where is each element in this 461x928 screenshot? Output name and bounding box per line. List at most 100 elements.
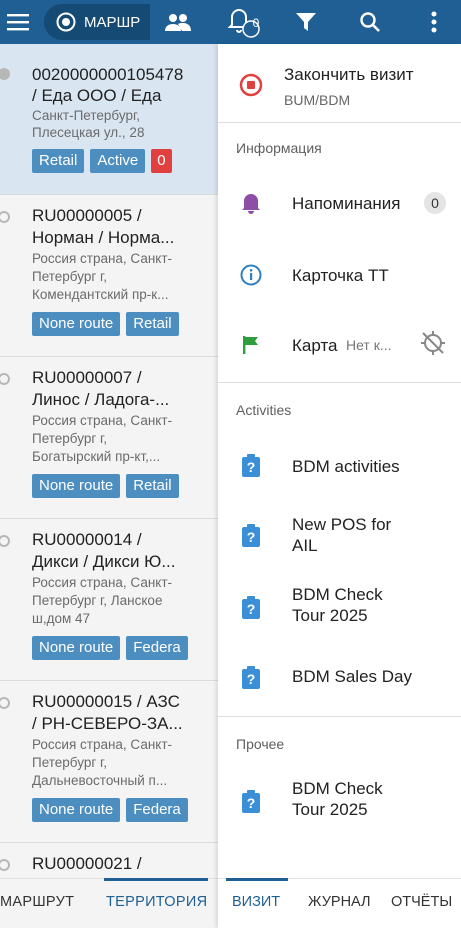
divider: [218, 122, 461, 123]
info-icon: [238, 262, 264, 288]
filter-button[interactable]: [286, 0, 326, 44]
tag: None route: [32, 474, 121, 498]
tab-territory[interactable]: ТЕРРИТОРИЯ: [106, 879, 207, 928]
end-visit-sub: BUM/BDM: [284, 92, 351, 108]
visit-tags: None route Federa: [32, 798, 200, 822]
visit-card[interactable]: 0020000000105478 / Еда ООО / Еда Санкт-П…: [0, 44, 218, 195]
status-dot: [0, 68, 10, 80]
activity-item[interactable]: ? BDM Check Tour 2025: [218, 580, 461, 636]
team-button[interactable]: [150, 0, 206, 44]
divider: [218, 716, 461, 717]
people-icon: [165, 14, 191, 31]
visit-list[interactable]: 0020000000105478 / Еда ООО / Еда Санкт-П…: [0, 44, 218, 878]
tag: Active: [90, 149, 146, 173]
visit-actions-panel: Закончить визит BUM/BDM Информация Напом…: [218, 44, 461, 928]
tab-visit[interactable]: ВИЗИТ: [232, 879, 280, 928]
search-icon: [360, 12, 380, 32]
activity-item[interactable]: ? BDM Sales Day: [218, 652, 461, 704]
status-dot: [0, 859, 10, 871]
visit-address-line: ш,дом 47: [32, 611, 91, 626]
visit-name: Дикси / Дикси Ю...: [32, 552, 176, 571]
tag: Retail: [126, 474, 179, 498]
info-section-title: Информация: [236, 140, 322, 156]
activity-label: BDM Check: [292, 585, 383, 604]
end-visit-item[interactable]: Закончить визит BUM/BDM: [218, 44, 461, 122]
visit-card[interactable]: RU00000021 /: [0, 843, 218, 878]
other-label-line2: Tour 2025: [292, 800, 368, 819]
status-dot: [0, 373, 10, 385]
visit-name: / РН-СЕВЕРО-ЗА...: [32, 714, 183, 733]
clipboard-question-icon: ?: [238, 524, 264, 550]
filter-icon: [296, 13, 316, 31]
visit-address-line: Петербург г,: [32, 269, 108, 284]
app-toolbar: МАРШР 0: [0, 0, 461, 44]
divider: [218, 382, 461, 383]
visit-code: RU00000005 /: [32, 206, 142, 225]
visit-card[interactable]: RU00000005 / Норман / Норма... Россия ст…: [0, 195, 218, 357]
tag: Retail: [126, 312, 179, 336]
notifications-button[interactable]: 0: [222, 0, 266, 44]
tab-route[interactable]: МАРШРУТ: [0, 879, 74, 928]
visit-tags: Retail Active 0: [32, 149, 200, 173]
tab-journal[interactable]: ЖУРНАЛ: [308, 879, 371, 928]
visit-address-line: Петербург г,: [32, 431, 108, 446]
status-dot: [0, 211, 10, 223]
reminders-item[interactable]: Напоминания 0: [218, 176, 461, 230]
activity-label-line2: Tour 2025: [292, 606, 368, 625]
visit-address-line: Россия страна, Санкт-: [32, 251, 173, 266]
clipboard-question-icon: ?: [238, 790, 264, 816]
store-card-label: Карточка ТТ: [292, 266, 389, 285]
menu-button[interactable]: [0, 0, 36, 44]
clipboard-question-icon: ?: [238, 454, 264, 480]
visit-address-line: Россия страна, Санкт-: [32, 737, 173, 752]
left-tab-bar: МАРШРУТ ТЕРРИТОРИЯ: [0, 878, 218, 928]
tag: None route: [32, 636, 121, 660]
visit-address-line: Россия страна, Санкт-: [32, 413, 173, 428]
tab-reports[interactable]: ОТЧЁТЫ: [391, 879, 452, 928]
map-status: Нет к...: [346, 337, 392, 353]
status-dot: [0, 697, 10, 709]
visit-address-line: Санкт-Петербург,: [32, 108, 140, 123]
route-label: МАРШР: [84, 13, 141, 31]
clipboard-question-icon: ?: [238, 666, 264, 692]
visit-address-line: Дальневосточный п...: [32, 773, 168, 788]
record-icon: [56, 12, 76, 32]
visit-address-line: Плесецкая ул., 28: [32, 125, 145, 140]
visit-name: Линос / Ладога-...: [32, 390, 170, 409]
visit-card[interactable]: RU00000007 / Линос / Ладога-... Россия с…: [0, 357, 218, 519]
right-tab-bar: ВИЗИТ ЖУРНАЛ ОТЧЁТЫ: [218, 878, 461, 928]
visit-code: RU00000007 /: [32, 368, 142, 387]
route-selector[interactable]: МАРШР: [44, 4, 150, 40]
activity-label: BDM Sales Day: [292, 667, 412, 686]
visit-address-line: Петербург г,: [32, 755, 108, 770]
more-button[interactable]: [414, 0, 454, 44]
tag: None route: [32, 798, 121, 822]
visit-card[interactable]: RU00000014 / Дикси / Дикси Ю... Россия с…: [0, 519, 218, 681]
activity-item[interactable]: ? BDM activities: [218, 440, 461, 492]
visit-code: RU00000015 / АЗС: [32, 692, 180, 711]
other-section-title: Прочее: [236, 736, 285, 752]
activities-section-title: Activities: [236, 402, 292, 418]
activity-item[interactable]: ? New POS for AIL: [218, 508, 461, 564]
status-dot: [0, 535, 10, 547]
stop-circle-icon: [238, 72, 264, 98]
visit-card[interactable]: RU00000015 / АЗС / РН-СЕВЕРО-ЗА... Росси…: [0, 681, 218, 843]
location-off-icon[interactable]: [420, 330, 446, 361]
map-item[interactable]: Карта Нет к...: [218, 316, 461, 372]
tag: Federa: [126, 636, 188, 660]
reminders-label: Напоминания: [292, 194, 401, 213]
search-button[interactable]: [350, 0, 390, 44]
notifications-count: 0: [252, 16, 260, 30]
bell-icon: [238, 190, 264, 216]
other-label: BDM Check: [292, 779, 383, 798]
store-card-item[interactable]: Карточка ТТ: [218, 246, 461, 302]
other-item[interactable]: ? BDM Check Tour 2025: [218, 774, 461, 830]
visit-address-line: Петербург г, Ланское: [32, 593, 163, 608]
visit-tags: None route Retail: [32, 474, 200, 498]
visit-tags: None route Retail: [32, 312, 200, 336]
hamburger-icon: [7, 14, 29, 31]
visit-name: Норман / Норма...: [32, 228, 175, 247]
reminders-count: 0: [424, 192, 446, 214]
counter-tag: 0: [151, 149, 172, 173]
tag: Federa: [126, 798, 188, 822]
